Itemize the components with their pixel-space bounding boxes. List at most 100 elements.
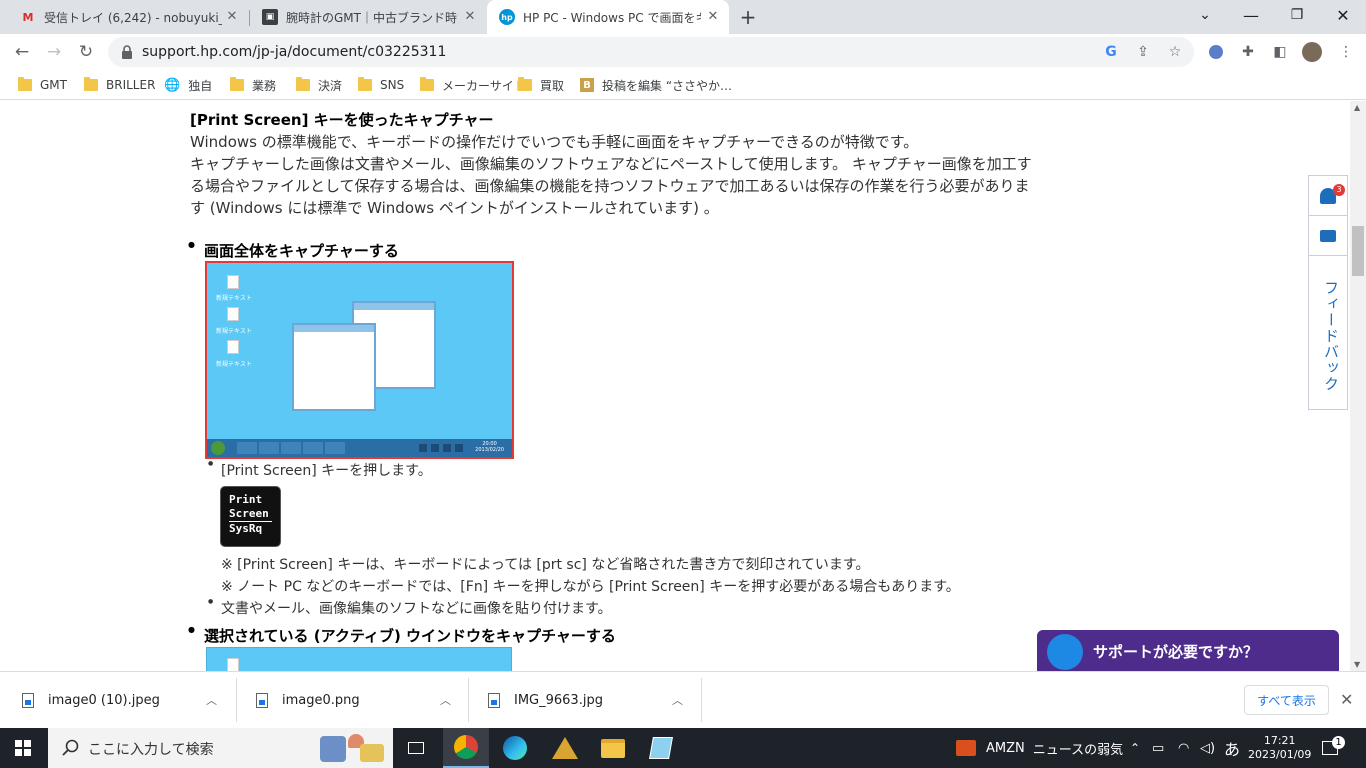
url-text: support.hp.com/jp-ja/document/c03225311 <box>142 44 447 60</box>
scroll-up-icon[interactable]: ▲ <box>1354 103 1360 112</box>
bookmark-label: 決済 <box>318 78 343 93</box>
taskbar-file-explorer[interactable] <box>590 728 636 768</box>
side-panel-icon[interactable]: ◧ <box>1270 42 1290 62</box>
feedback-tab[interactable]: フィードバック <box>1312 280 1342 400</box>
bookmark-folder[interactable]: メーカーサイト <box>420 76 526 94</box>
tray-overflow-button[interactable]: ⌃ <box>1130 728 1140 768</box>
stock-widget[interactable]: AMZN ニュースの弱気 <box>956 728 1123 768</box>
tab-search-button[interactable]: ⌄ <box>1182 0 1228 30</box>
minimize-button[interactable]: — <box>1228 0 1274 30</box>
download-item[interactable]: image0.png ︿ <box>256 678 469 722</box>
close-window-button[interactable]: ✕ <box>1320 0 1366 30</box>
tab-gmt[interactable]: ▣ 腕時計のGMT｜中古ブランド時計の ✕ <box>250 0 486 34</box>
clock[interactable]: 17:21 2023/01/09 <box>1248 728 1311 768</box>
note-text: ※ ノート PC などのキーボードでは、[Fn] キーを押しながら [Print… <box>221 579 960 595</box>
globe-icon: 🌐 <box>164 77 181 93</box>
keycap-label: Print <box>229 493 263 506</box>
bookmark-folder[interactable]: SNS <box>358 76 404 94</box>
bookmark-folder[interactable]: GMT <box>18 76 67 94</box>
mock-taskbar: 20:00 2013/02/20 <box>207 439 512 457</box>
search-placeholder: ここに入力して検索 <box>88 742 214 758</box>
notification-center-button[interactable]: 1 <box>1322 728 1345 768</box>
bookmark-folder[interactable]: 買取 <box>518 76 564 94</box>
bookmark-star-icon[interactable]: ☆ <box>1166 43 1184 61</box>
download-filename: IMG_9663.jpg <box>514 692 603 708</box>
search-icon <box>62 739 79 756</box>
google-icon[interactable]: G <box>1102 43 1120 61</box>
desktop-icon-label: 新規テキスト <box>216 328 252 335</box>
maximize-button[interactable]: ❐ <box>1274 0 1320 30</box>
page-content: [Print Screen] キーを使ったキャプチャー Windows の標準機… <box>0 101 1350 671</box>
taskbar-app[interactable] <box>638 728 684 768</box>
extensions-puzzle-icon[interactable]: ✚ <box>1238 42 1258 62</box>
stock-down-icon <box>956 740 976 756</box>
folder-icon <box>230 77 244 91</box>
gmail-icon: M <box>22 10 34 24</box>
bookmark-label: GMT <box>40 78 67 92</box>
taskbar-app[interactable] <box>542 728 588 768</box>
ime-indicator[interactable]: あ <box>1224 728 1240 768</box>
bookmark-link[interactable]: B 投稿を編集 “ささやか… <box>580 76 732 94</box>
browser-toolbar: ← → ↻ support.hp.com/jp-ja/document/c032… <box>0 34 1366 70</box>
menu-kebab-icon[interactable]: ⋮ <box>1336 42 1356 62</box>
folder-icon <box>518 77 532 91</box>
address-bar[interactable]: support.hp.com/jp-ja/document/c03225311 … <box>108 37 1194 67</box>
desktop-icon-label: 新規テキスト <box>216 295 252 302</box>
image-file-icon <box>488 692 500 708</box>
download-bar: image0 (10).jpeg ︿ image0.png ︿ IMG_9663… <box>0 671 1366 728</box>
scrollbar-thumb[interactable] <box>1352 226 1364 276</box>
folder-icon <box>296 77 310 91</box>
notification-badge: 3 <box>1333 184 1345 196</box>
notification-bell-button[interactable]: 3 <box>1309 176 1347 216</box>
support-chat-button[interactable]: サポートが必要ですか？ <box>1037 630 1339 672</box>
task-view-icon <box>408 742 424 754</box>
download-item[interactable]: image0 (10).jpeg ︿ <box>22 678 237 722</box>
tab-gmail[interactable]: M 受信トレイ (6,242) - nobuyuki_abe ✕ <box>8 0 248 34</box>
bookmark-label: メーカーサイト <box>442 78 526 93</box>
close-icon[interactable]: ✕ <box>224 9 240 25</box>
start-button[interactable] <box>0 728 46 768</box>
bookmark-link[interactable]: 🌐 独自 <box>164 76 212 94</box>
battery-icon[interactable]: ▭ <box>1152 728 1164 768</box>
screenshot-illustration-2 <box>206 647 512 671</box>
chevron-up-icon[interactable]: ︿ <box>206 692 217 708</box>
note-text: ※ [Print Screen] キーは、キーボードによっては [prt sc]… <box>221 557 870 573</box>
taskbar-search-box[interactable]: ここに入力して検索 <box>48 728 393 768</box>
tab-hp[interactable]: hp HP PC - Windows PC で画面をキャ ✕ <box>487 0 729 34</box>
task-view-button[interactable] <box>393 728 439 768</box>
volume-icon[interactable]: ◁) <box>1200 728 1215 768</box>
close-download-bar-icon[interactable]: ✕ <box>1340 690 1353 709</box>
mock-start-icon <box>211 441 225 455</box>
wifi-icon[interactable]: ◠ <box>1178 728 1189 768</box>
notification-count: 1 <box>1332 736 1345 749</box>
desktop-file-icon <box>227 658 239 671</box>
extension-globe-icon[interactable] <box>1206 42 1226 62</box>
chevron-up-icon[interactable]: ︿ <box>672 692 683 708</box>
bookmark-folder[interactable]: BRILLER <box>84 76 155 94</box>
forward-button[interactable]: → <box>42 40 66 64</box>
folder-icon <box>18 77 32 91</box>
download-filename: image0.png <box>282 692 360 708</box>
back-button[interactable]: ← <box>10 40 34 64</box>
close-icon[interactable]: ✕ <box>462 9 478 25</box>
bookmark-label: 買取 <box>540 78 565 93</box>
show-all-button[interactable]: すべて表示 <box>1244 685 1329 715</box>
close-icon[interactable]: ✕ <box>705 9 721 25</box>
page-scrollbar[interactable]: ▲ ▼ <box>1350 101 1366 671</box>
bookmark-folder[interactable]: 業務 <box>230 76 276 94</box>
hp-icon: hp <box>499 9 515 25</box>
reload-button[interactable]: ↻ <box>74 40 98 64</box>
taskbar-chrome[interactable] <box>443 728 489 768</box>
tab-title: 受信トレイ (6,242) - nobuyuki_abe <box>44 10 222 25</box>
chevron-up-icon[interactable]: ︿ <box>440 692 451 708</box>
bookmark-folder[interactable]: 決済 <box>296 76 342 94</box>
desktop-icon-label: 新規テキスト <box>216 361 252 368</box>
avatar[interactable] <box>1302 42 1322 62</box>
share-icon[interactable]: ⇪ <box>1134 43 1152 61</box>
download-item[interactable]: IMG_9663.jpg ︿ <box>488 678 702 722</box>
taskbar-edge[interactable] <box>492 728 538 768</box>
new-tab-button[interactable]: + <box>736 5 760 29</box>
print-button[interactable] <box>1309 216 1347 256</box>
scroll-down-icon[interactable]: ▼ <box>1354 660 1360 669</box>
app-notepad-icon <box>649 737 673 759</box>
